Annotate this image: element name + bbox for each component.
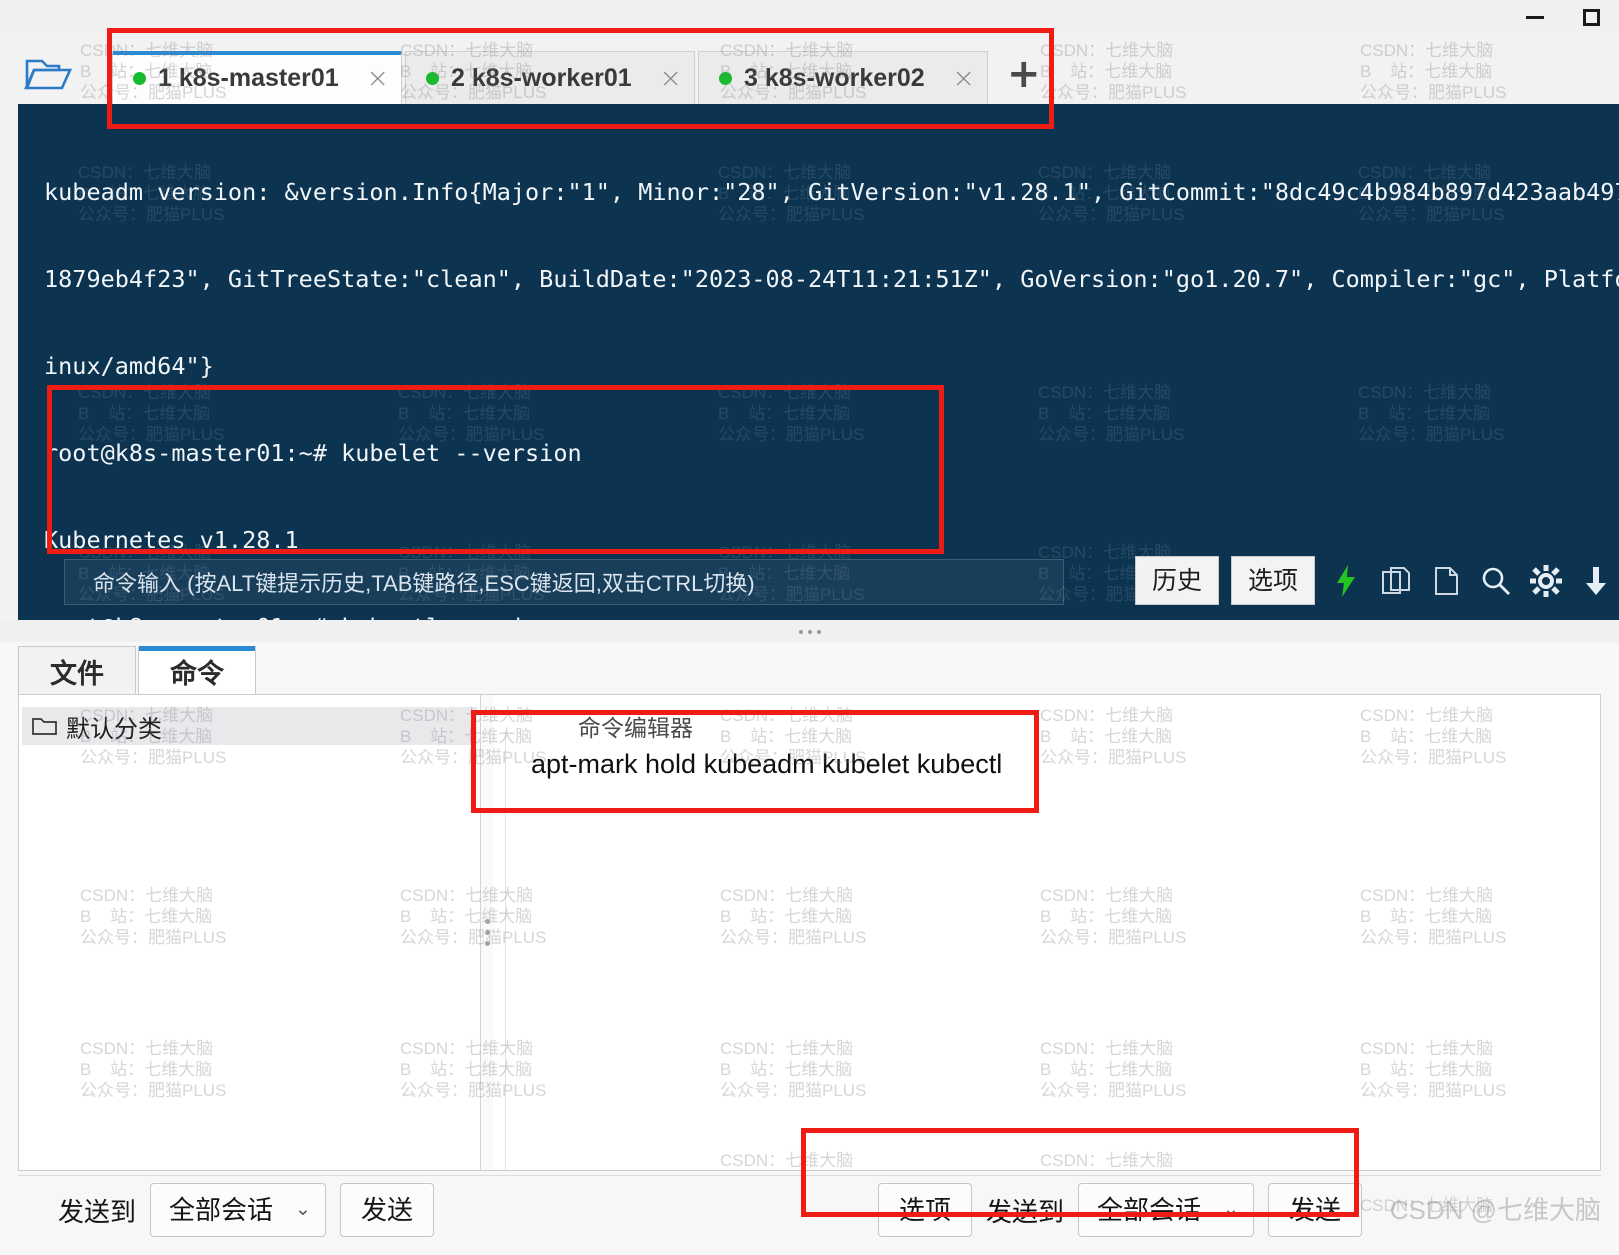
copy-button[interactable] bbox=[1377, 562, 1415, 600]
paste-icon bbox=[1435, 566, 1458, 595]
editor-options-button[interactable]: 选项 bbox=[878, 1183, 973, 1237]
footer-left-controls: 发送到 全部会话 ⌄ 发送 bbox=[58, 1183, 434, 1237]
search-icon bbox=[1482, 567, 1510, 595]
download-arrow-icon bbox=[1586, 566, 1606, 595]
window-controls bbox=[1507, 0, 1619, 34]
terminal-text: kubeadm version: &version.Info{Major:"1"… bbox=[44, 120, 1619, 620]
horizontal-splitter[interactable] bbox=[0, 622, 1619, 642]
minimize-icon bbox=[1526, 15, 1544, 19]
minimize-button[interactable] bbox=[1507, 0, 1563, 34]
editor-divider bbox=[505, 731, 506, 1170]
session-tab-label: 1 k8s-master01 bbox=[158, 63, 339, 92]
status-dot-icon bbox=[719, 71, 732, 85]
terminal-left-gutter bbox=[0, 104, 18, 620]
panel-body: 默认分类 命令编辑器 apt-mark hold kubeadm kubelet… bbox=[18, 694, 1601, 1171]
lightning-bolt-button[interactable] bbox=[1327, 562, 1365, 600]
send-target-value: 全部会话 bbox=[169, 1195, 274, 1225]
session-tabs: 1 k8s-master01 × 2 k8s-worker01 × 3 k8s-… bbox=[112, 48, 1047, 104]
vertical-splitter[interactable] bbox=[481, 695, 493, 1170]
command-category-tree[interactable]: 默认分类 bbox=[19, 695, 481, 1170]
title-bar bbox=[0, 0, 1619, 34]
application-window: 1 k8s-master01 × 2 k8s-worker01 × 3 k8s-… bbox=[0, 0, 1619, 1255]
copy-icon bbox=[1382, 566, 1410, 594]
session-tab-k8s-master01[interactable]: 1 k8s-master01 × bbox=[112, 51, 402, 104]
footer-divider bbox=[18, 1175, 1601, 1176]
csdn-author-tag: CSDN @七维大脑 bbox=[1389, 1195, 1601, 1225]
send-button[interactable]: 发送 bbox=[339, 1183, 434, 1237]
send-button[interactable]: 发送 bbox=[1267, 1183, 1362, 1237]
terminal-line: 1879eb4f23", GitTreeState:"clean", Build… bbox=[44, 265, 1619, 293]
download-button[interactable] bbox=[1577, 562, 1615, 600]
paste-button[interactable] bbox=[1427, 562, 1465, 600]
send-target-select[interactable]: 全部会话 ⌄ bbox=[1078, 1183, 1254, 1237]
footer-right-controls: 选项 发送到 全部会话 ⌄ 发送 bbox=[878, 1183, 1362, 1237]
send-target-value: 全部会话 bbox=[1097, 1195, 1202, 1225]
splitter-grip-icon bbox=[484, 919, 490, 946]
close-icon[interactable]: × bbox=[366, 65, 389, 92]
lightning-bolt-icon bbox=[1337, 564, 1355, 597]
command-editor-title: 命令编辑器 bbox=[578, 715, 693, 741]
command-panel: 文件 命令 默认分类 命令编辑器 apt-mark hold kubeadm k… bbox=[0, 642, 1619, 1255]
tree-item-default-category[interactable]: 默认分类 bbox=[22, 707, 477, 745]
send-to-label: 发送到 bbox=[986, 1196, 1065, 1227]
gear-icon bbox=[1530, 564, 1562, 597]
command-input-placeholder: 命令输入 (按ALT键提示历史,TAB键路径,ESC键返回,双击CTRL切换) bbox=[93, 571, 755, 596]
session-tab-label: 3 k8s-worker02 bbox=[744, 63, 925, 92]
open-folder-button[interactable] bbox=[22, 54, 76, 94]
session-tab-label: 2 k8s-worker01 bbox=[451, 63, 632, 92]
send-target-select[interactable]: 全部会话 ⌄ bbox=[150, 1183, 326, 1237]
command-editor-content[interactable]: apt-mark hold kubeadm kubelet kubectl bbox=[531, 749, 1002, 780]
tab-files[interactable]: 文件 bbox=[18, 646, 136, 696]
panel-footer: 发送到 全部会话 ⌄ 发送 选项 发送到 全部会话 ⌄ 发送 bbox=[18, 1175, 1601, 1237]
folder-icon bbox=[32, 718, 57, 735]
terminal-line: kubeadm version: &version.Info{Major:"1"… bbox=[44, 178, 1619, 206]
open-folder-icon bbox=[24, 59, 73, 90]
session-tab-strip: 1 k8s-master01 × 2 k8s-worker01 × 3 k8s-… bbox=[0, 34, 1619, 104]
terminal-line: Kubernetes v1.28.1 bbox=[44, 526, 299, 554]
chevron-down-icon: ⌄ bbox=[295, 1197, 311, 1220]
session-tab-k8s-worker01[interactable]: 2 k8s-worker01 × bbox=[405, 51, 695, 104]
panel-tabs: 文件 命令 bbox=[18, 644, 258, 696]
command-editor[interactable]: 命令编辑器 apt-mark hold kubeadm kubelet kube… bbox=[493, 695, 1600, 1170]
maximize-icon bbox=[1582, 8, 1600, 26]
send-to-label: 发送到 bbox=[58, 1196, 137, 1227]
status-dot-icon bbox=[426, 71, 439, 85]
terminal-toolbar: 历史 选项 bbox=[1134, 556, 1615, 605]
status-dot-icon bbox=[133, 71, 146, 85]
tree-item-label: 默认分类 bbox=[66, 715, 162, 743]
new-tab-button[interactable]: + bbox=[1001, 54, 1047, 104]
search-button[interactable] bbox=[1477, 562, 1515, 600]
command-input-field[interactable]: 命令输入 (按ALT键提示历史,TAB键路径,ESC键返回,双击CTRL切换) bbox=[64, 559, 1064, 605]
settings-button[interactable] bbox=[1527, 562, 1565, 600]
terminal-line: root@k8s-master01:~# kubectl version bbox=[44, 613, 1619, 620]
terminal-output-area[interactable]: kubeadm version: &version.Info{Major:"1"… bbox=[18, 104, 1619, 620]
splitter-grip-icon bbox=[798, 630, 821, 634]
chevron-down-icon: ⌄ bbox=[1223, 1197, 1239, 1220]
terminal-line: root@k8s-master01:~# kubelet --version bbox=[44, 439, 582, 467]
session-tab-k8s-worker02[interactable]: 3 k8s-worker02 × bbox=[698, 51, 988, 104]
close-icon[interactable]: × bbox=[659, 65, 682, 92]
tab-commands[interactable]: 命令 bbox=[138, 646, 256, 696]
close-icon[interactable]: × bbox=[952, 65, 975, 92]
options-button[interactable]: 选项 bbox=[1230, 556, 1315, 605]
maximize-button[interactable] bbox=[1563, 0, 1619, 34]
terminal-line: inux/amd64"} bbox=[44, 352, 214, 380]
history-button[interactable]: 历史 bbox=[1134, 556, 1219, 605]
